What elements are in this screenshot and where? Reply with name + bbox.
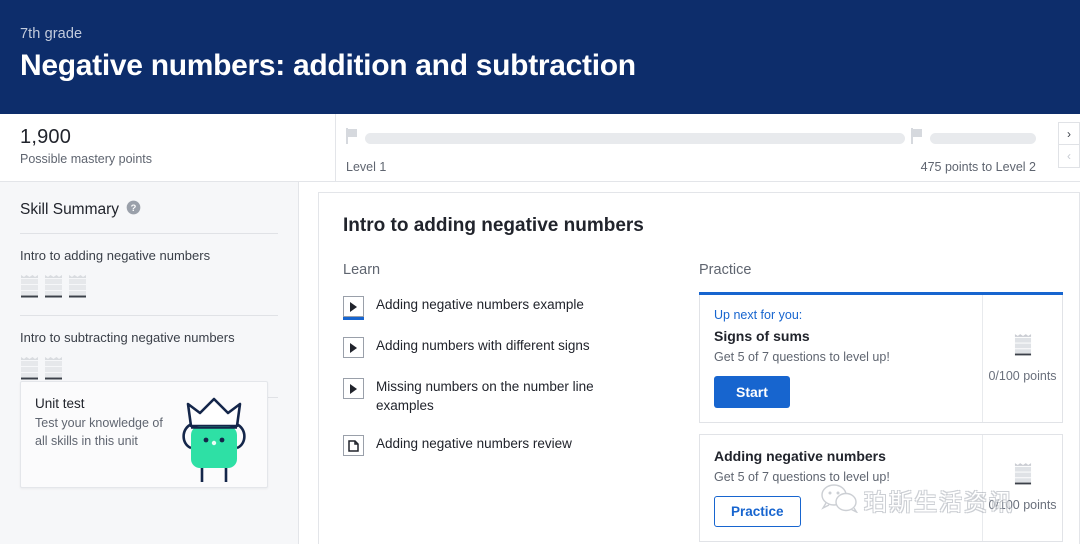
learn-heading: Learn [343,262,381,278]
video-play-icon [343,296,364,320]
unit-test-description: Test your knowledge of all skills in thi… [35,416,163,448]
next-level-label: 475 points to Level 2 [920,160,1036,174]
practice-heading: Practice [699,262,752,278]
learn-column: Learn Adding negative numbers example Ad… [343,262,699,545]
sidebar-skill-label: Intro to adding negative numbers [20,248,211,263]
learn-list-item[interactable]: Missing numbers on the number line examp… [343,377,699,415]
mastery-level-icon [68,274,87,303]
mastery-points-panel: 1,900 Possible mastery points [0,114,336,181]
practice-card-points-panel: 0/100 points [982,295,1062,422]
practice-button[interactable]: Practice [714,496,801,527]
flag-icon [911,128,924,149]
level-progress-track-row [346,128,1036,149]
video-progress-bar [343,317,364,320]
mastery-level-icon [1014,333,1032,361]
lesson-title: Intro to adding negative numbers [343,215,644,236]
flag-icon [346,128,359,149]
practice-card-title: Adding negative numbers [714,448,886,464]
page-body: Skill Summary ? Intro to adding negative… [0,182,1080,544]
sidebar-skill-item[interactable]: Intro to adding negative numbers [20,234,278,316]
unit-test-title: Unit test [35,396,85,411]
svg-text:?: ? [131,203,137,213]
level-nav-arrows: › ‹ [1058,122,1080,168]
sidebar-skill-mastery-icons [20,274,278,303]
learn-list-item[interactable]: Adding negative numbers review [343,434,699,457]
unit-test-card[interactable]: Unit test Test your knowledge of all ski… [20,381,268,488]
next-level-arrow-button[interactable]: › [1058,122,1080,145]
practice-card-subtitle: Get 5 of 7 questions to level up! [714,470,890,484]
learn-item-label: Adding numbers with different signs [376,338,590,353]
skill-summary-header: Skill Summary ? [20,200,278,234]
breadcrumb-grade: 7th grade [20,26,83,42]
practice-card[interactable]: Adding negative numbers Get 5 of 7 quest… [699,434,1063,542]
unit-test-text: Unit test Test your knowledge of all ski… [35,396,175,487]
learn-item-label: Adding negative numbers review [376,436,572,452]
level-1-progress-track[interactable] [365,133,905,144]
question-circle-icon[interactable]: ? [126,200,141,220]
start-button[interactable]: Start [714,376,790,408]
practice-card-up-next[interactable]: Up next for you: Signs of sums Get 5 of … [699,292,1063,423]
practice-points-label: 0/100 points [988,368,1057,383]
up-next-label: Up next for you: [714,308,803,322]
page-title: Negative numbers: addition and subtracti… [20,49,636,82]
current-level-label: Level 1 [346,160,387,174]
video-play-icon [343,337,364,358]
mastery-bar: 1,900 Possible mastery points Level 1 47… [0,114,1080,182]
practice-card-title: Signs of sums [714,328,810,344]
level-progress-panel: Level 1 475 points to Level 2 › ‹ [336,114,1080,181]
practice-points-label: 0/100 points [988,498,1057,513]
level-labels-row: Level 1 475 points to Level 2 [346,160,1036,174]
mastery-points-caption: Possible mastery points [20,152,153,166]
practice-card-subtitle: Get 5 of 7 questions to level up! [714,350,890,364]
lesson-content-card: Intro to adding negative numbers Learn A… [318,192,1080,544]
practice-card-points-panel: 0/100 points [982,435,1062,541]
learn-list-item[interactable]: Adding negative numbers example [343,295,699,320]
article-icon [343,435,364,457]
mastery-level-icon [1014,462,1032,490]
learn-list-item[interactable]: Adding numbers with different signs [343,336,699,358]
skill-summary-title: Skill Summary [20,201,120,218]
level-2-progress-track[interactable] [930,133,1036,144]
learn-item-label: Adding negative numbers example [376,297,584,312]
skill-summary-sidebar: Skill Summary ? Intro to adding negative… [0,182,299,544]
mastery-points-value: 1,900 [20,126,72,148]
learn-item-label: Missing numbers on the number line examp… [376,379,594,414]
practice-card-body: Up next for you: Signs of sums Get 5 of … [700,295,982,422]
practice-column: Practice Up next for you: Signs of sums … [699,262,1079,545]
page-header: 7th grade Negative numbers: addition and… [0,0,1080,114]
mascot-avatar [175,392,253,487]
main-content-wrapper: Intro to adding negative numbers Learn A… [299,182,1080,544]
practice-card-body: Adding negative numbers Get 5 of 7 quest… [700,435,982,541]
sidebar-skill-label: Intro to subtracting negative numbers [20,330,235,345]
lesson-columns: Learn Adding negative numbers example Ad… [343,262,1079,545]
prev-level-arrow-button[interactable]: ‹ [1058,145,1080,168]
level-progress-group: Level 1 475 points to Level 2 [346,128,1036,174]
video-play-icon [343,378,364,399]
mastery-level-icon [20,274,39,303]
mastery-level-icon [44,274,63,303]
